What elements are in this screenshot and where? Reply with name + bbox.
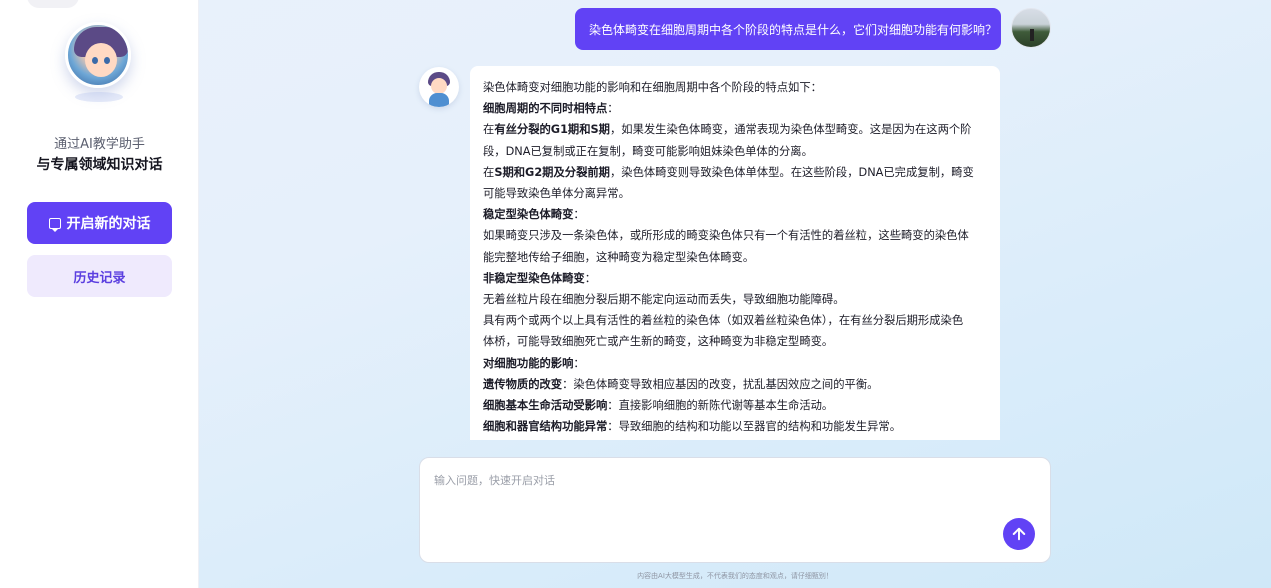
disclaimer: 内容由AI大模型生成，不代表我们的态度和观点，请仔细甄别！	[637, 572, 833, 580]
question-input[interactable]	[434, 472, 994, 532]
answer-text: ，如果发生染色体畸变，通常表现为染色体型畸变。这是因为在这两个阶	[609, 123, 972, 137]
answer-line: 细胞基本生命活动受影响：直接影响细胞的新陈代谢等基本生命活动。	[483, 395, 987, 416]
answer-line: 如果畸变只涉及一条染色体，或所形成的畸变染色体只有一个有活性的着丝粒，这些畸变的…	[483, 225, 987, 246]
answer-line: 具有两个或两个以上具有活性的着丝粒的染色体（如双着丝粒染色体），在有丝分裂后期形…	[483, 310, 987, 331]
chat-bubble-icon	[48, 217, 61, 232]
bot-answer: 染色体畸变对细胞功能的影响和在细胞周期中各个阶段的特点如下： 细胞周期的不同时相特…	[470, 66, 1000, 440]
answer-heading-text: S期和G2期及分裂前期	[494, 165, 610, 179]
answer-text: ：	[573, 356, 585, 370]
answer-text: ：	[584, 271, 596, 285]
answer-text: 在	[483, 165, 495, 179]
answer-text: 可能导致染色单体分离异常。	[483, 187, 630, 201]
sidebar-subtitle: 通过AI教学助手	[54, 137, 145, 152]
answer-text: 具有两个或两个以上具有活性的着丝粒的染色体（如双着丝粒染色体），在有丝分裂后期形…	[483, 314, 964, 328]
answer-text: 能完整地传给子细胞，这种畸变为稳定型染色体畸变。	[483, 250, 755, 264]
answer-line: 染色体畸变对细胞功能的影响和在细胞周期中各个阶段的特点如下：	[483, 77, 987, 98]
answer-line: 能完整地传给子细胞，这种畸变为稳定型染色体畸变。	[483, 247, 987, 268]
answer-line: 无着丝粒片段在细胞分裂后期不能定向运动而丢失，导致细胞功能障碍。	[483, 289, 987, 310]
user-message: 染色体畸变在细胞周期中各个阶段的特点是什么，它们对细胞功能有何影响？	[575, 8, 1001, 50]
answer-line: 细胞周期的不同时相特点：	[483, 98, 987, 119]
avatar-image	[65, 22, 131, 88]
answer-text: ：直接影响细胞的新陈代谢等基本生命活动。	[607, 399, 834, 413]
answer-text: ：	[607, 102, 619, 116]
sidebar-title: 与专属领域知识对话	[36, 157, 163, 173]
answer-text: ：导致细胞的结构和功能以至器官的结构和功能发生异常。	[607, 420, 902, 434]
answer-line: 遗传物质的改变：染色体畸变导致相应基因的改变，扰乱基因效应之间的平衡。	[483, 374, 987, 395]
bot-avatar	[419, 67, 459, 107]
sidebar: 通过AI教学助手 与专属领域知识对话 开启新的对话 历史记录	[0, 0, 199, 588]
answer-heading-text: 细胞周期的不同时相特点	[483, 102, 608, 116]
history-label: 历史记录	[73, 270, 126, 286]
new-chat-label: 开启新的对话	[66, 216, 151, 232]
answer-line: 段，DNA已复制或正在复制，畸变可能影响姐妹染色单体的分离。	[483, 141, 987, 162]
answer-line: 稳定型染色体畸变：	[483, 204, 987, 225]
answer-text: 染色体畸变对细胞功能的影响和在细胞周期中各个阶段的特点如下：	[483, 81, 822, 94]
answer-heading-text: 非稳定型染色体畸变	[483, 271, 585, 285]
answer-text: 段，DNA已复制或正在复制，畸变可能影响姐妹染色单体的分离。	[483, 144, 813, 158]
user-message-text: 染色体畸变在细胞周期中各个阶段的特点是什么，它们对细胞功能有何影响？	[589, 22, 998, 37]
answer-line: 非稳定型染色体畸变：	[483, 268, 987, 289]
answer-text: ：染色体畸变导致相应基因的改变，扰乱基因效应之间的平衡。	[562, 377, 879, 391]
answer-text: 如果畸变只涉及一条染色体，或所形成的畸变染色体只有一个有活性的着丝粒，这些畸变的…	[483, 229, 969, 243]
answer-line: 在S期和G2期及分裂前期，染色体畸变则导致染色体单体型。在这些阶段，DNA已完成…	[483, 162, 987, 183]
answer-line: 体桥，可能导致细胞死亡或产生新的畸变，这种畸变为非稳定型畸变。	[483, 331, 987, 352]
answer-text: 体桥，可能导致细胞死亡或产生新的畸变，这种畸变为非稳定型畸变。	[483, 335, 834, 349]
new-chat-button[interactable]: 开启新的对话	[27, 202, 172, 244]
arrow-up-icon	[1012, 527, 1026, 541]
user-avatar	[1011, 8, 1051, 48]
answer-line: 在有丝分裂的G1期和S期，如果发生染色体畸变，通常表现为染色体型畸变。这是因为在…	[483, 119, 987, 140]
send-button[interactable]	[1003, 518, 1035, 550]
answer-heading-text: 细胞基本生命活动受影响	[483, 399, 608, 413]
answer-text: 无着丝粒片段在细胞分裂后期不能定向运动而丢失，导致细胞功能障碍。	[483, 293, 845, 307]
composer	[419, 457, 1051, 563]
answer-line: 细胞和器官结构功能异常：导致细胞的结构和功能以至器官的结构和功能发生异常。	[483, 416, 987, 437]
answer-heading-text: 稳定型染色体畸变	[483, 208, 574, 222]
history-button[interactable]: 历史记录	[27, 255, 172, 297]
answer-text: ，染色体畸变则导致染色体单体型。在这些阶段，DNA已完成复制，畸变	[609, 165, 974, 179]
answer-line: 对细胞功能的影响：	[483, 353, 987, 374]
answer-heading-text: 遗传物质的改变	[483, 377, 563, 391]
answer-text: 在	[483, 123, 495, 137]
answer-text: ：	[573, 208, 585, 222]
answer-line: 可能导致染色单体分离异常。	[483, 183, 987, 204]
answer-heading-text: 有丝分裂的G1期和S期	[494, 123, 610, 137]
answer-heading-text: 细胞和器官结构功能异常	[483, 420, 608, 434]
answer-heading-text: 对细胞功能的影响	[483, 356, 574, 370]
assistant-avatar	[65, 22, 133, 104]
top-pill[interactable]	[27, 0, 79, 8]
